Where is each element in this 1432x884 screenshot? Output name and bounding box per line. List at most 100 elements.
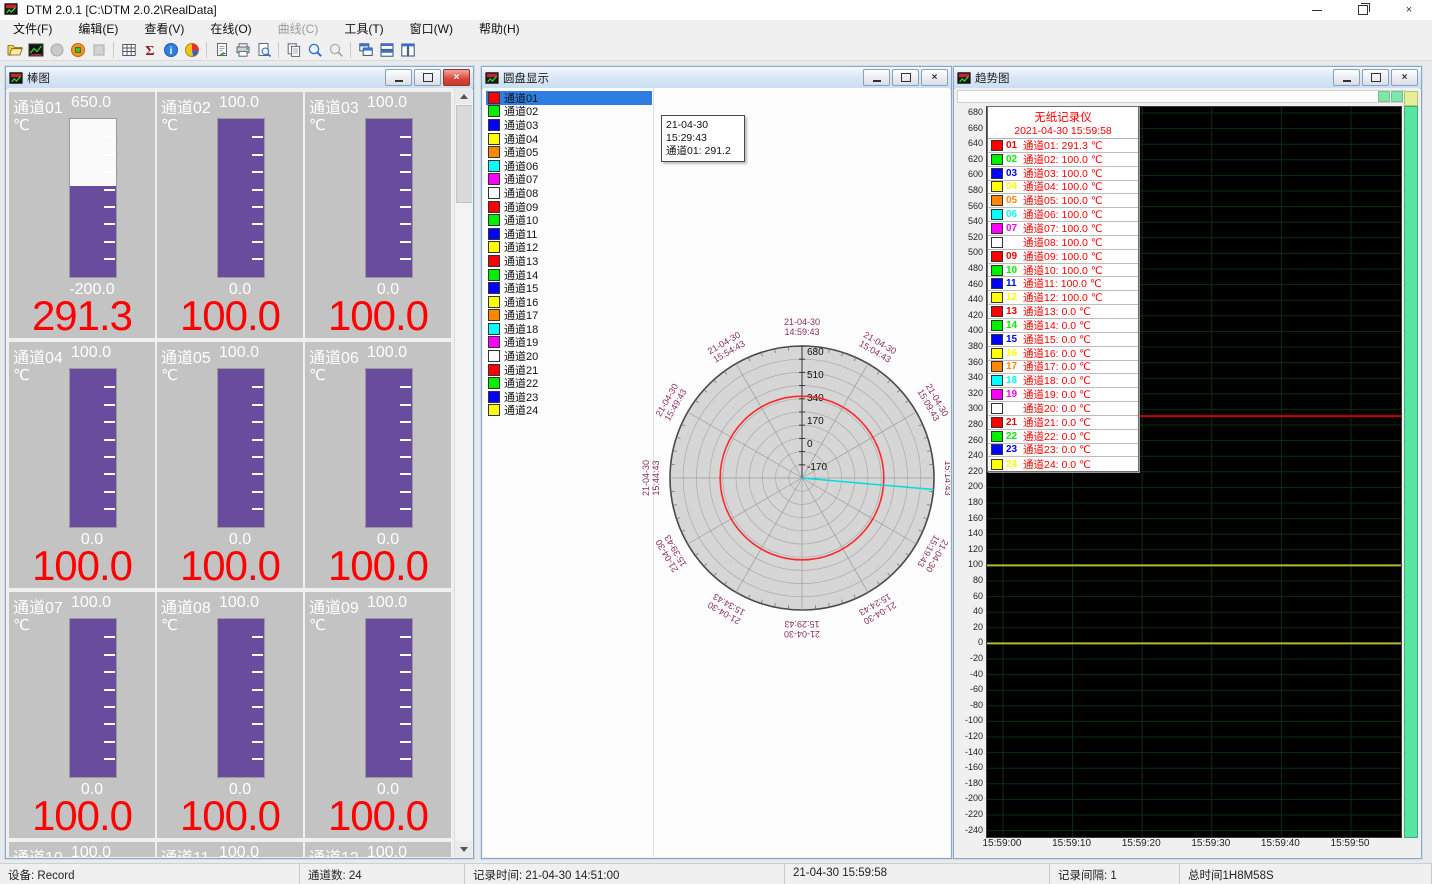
tick-mark bbox=[400, 439, 411, 441]
tile-horizontal-button[interactable] bbox=[376, 40, 397, 60]
print-preview-button[interactable] bbox=[253, 40, 274, 60]
legend-channel-number: 16 bbox=[1006, 348, 1023, 359]
bar-gauge-cell: 通道12100.0℃ bbox=[305, 842, 451, 857]
bar-fill bbox=[366, 119, 412, 277]
time-axis-label: 21-04-3015:54:43 bbox=[706, 330, 747, 365]
tile-v-icon bbox=[400, 42, 416, 58]
trend-window-titlebar[interactable]: 趋势图 × bbox=[954, 67, 1421, 89]
tooltip-line: 21-04-30 bbox=[666, 119, 740, 132]
open-file-button[interactable] bbox=[4, 40, 25, 60]
menu-online[interactable]: 在线(O) bbox=[197, 20, 264, 39]
y-axis-tick-label: -80 bbox=[956, 700, 983, 710]
tick-mark bbox=[104, 456, 115, 458]
legend-channel-number: 17 bbox=[1006, 361, 1023, 372]
tick-mark bbox=[400, 473, 411, 475]
realtime-chart-button[interactable] bbox=[25, 40, 46, 60]
unit-label: ℃ bbox=[13, 616, 30, 634]
bar-track bbox=[217, 368, 265, 528]
close-button[interactable]: × bbox=[1386, 0, 1432, 20]
bar-restore-button[interactable] bbox=[414, 69, 441, 86]
bar-fill bbox=[70, 619, 116, 777]
legend-color-swatch bbox=[991, 265, 1003, 276]
tick-mark bbox=[252, 758, 263, 760]
menu-window[interactable]: 窗口(W) bbox=[397, 20, 466, 39]
menu-tools[interactable]: 工具(T) bbox=[331, 20, 396, 39]
statistics-button[interactable]: Σ bbox=[139, 40, 160, 60]
bar-fill bbox=[218, 119, 264, 277]
trend-close-button[interactable]: × bbox=[1391, 69, 1418, 86]
bar-track bbox=[365, 368, 413, 528]
tick-mark bbox=[400, 241, 411, 243]
y-axis-tick-label: 300 bbox=[956, 403, 983, 413]
y-axis-tick-label: -180 bbox=[956, 778, 983, 788]
bar-vertical-scrollbar[interactable] bbox=[454, 88, 472, 857]
tick-mark bbox=[400, 706, 411, 708]
titlebar[interactable]: DTM 2.0.1 [C:\DTM 2.0.2\RealData] × bbox=[0, 0, 1432, 21]
legend-color-swatch bbox=[991, 306, 1003, 317]
trend-horizontal-scrollbar[interactable] bbox=[957, 90, 1405, 103]
range-max-label: 100.0 bbox=[219, 594, 259, 612]
legend-color-swatch bbox=[991, 223, 1003, 234]
tick-mark bbox=[252, 258, 263, 260]
y-axis-tick-label: 400 bbox=[956, 325, 983, 335]
tick-mark bbox=[252, 508, 263, 510]
legend-channel-value: 通道09: 100.0 ℃ bbox=[1023, 249, 1103, 264]
y-axis-tick-label: 620 bbox=[956, 154, 983, 164]
zoom-in-button[interactable] bbox=[304, 40, 325, 60]
record-start-button[interactable] bbox=[67, 40, 88, 60]
bar-window-titlebar[interactable]: 棒图 × bbox=[6, 67, 473, 89]
scroll-down-button[interactable] bbox=[455, 841, 472, 857]
data-table-button[interactable] bbox=[118, 40, 139, 60]
pie-chart-button[interactable] bbox=[181, 40, 202, 60]
legend-row: 13通道13: 0.0 ℃ bbox=[988, 305, 1138, 319]
tick-mark bbox=[104, 136, 115, 138]
trend-minimize-button[interactable] bbox=[1333, 69, 1360, 86]
channel-color-swatch bbox=[488, 309, 500, 321]
info-button[interactable]: i bbox=[160, 40, 181, 60]
bar-close-button[interactable]: × bbox=[443, 69, 470, 86]
trend-vertical-scrollbar[interactable] bbox=[1404, 106, 1418, 838]
menu-view[interactable]: 查看(V) bbox=[131, 20, 197, 39]
tick-mark bbox=[400, 404, 411, 406]
close-icon: × bbox=[1402, 73, 1408, 83]
tick-mark bbox=[104, 241, 115, 243]
legend-color-swatch bbox=[991, 292, 1003, 303]
value-readout: 100.0 bbox=[9, 542, 155, 590]
print-button[interactable] bbox=[232, 40, 253, 60]
scrollbar-square-icon[interactable] bbox=[1404, 91, 1418, 106]
tick-mark bbox=[104, 206, 115, 208]
tick-mark bbox=[104, 473, 115, 475]
tick-mark bbox=[104, 671, 115, 673]
scrollbar-thumb[interactable] bbox=[456, 105, 472, 203]
restore-icon bbox=[423, 73, 433, 82]
y-axis-tick-label: 360 bbox=[956, 357, 983, 367]
copy-button[interactable] bbox=[283, 40, 304, 60]
minimize-button[interactable] bbox=[1294, 0, 1340, 20]
tick-mark bbox=[252, 456, 263, 458]
tick-mark bbox=[104, 689, 115, 691]
restore-button[interactable] bbox=[1340, 0, 1386, 20]
cascade-windows-button[interactable] bbox=[355, 40, 376, 60]
bar-minimize-button[interactable] bbox=[385, 69, 412, 86]
channel-list-item[interactable]: 通道24 bbox=[486, 404, 652, 418]
disc-minimize-button[interactable] bbox=[863, 69, 890, 86]
legend-row: 01通道01: 291.3 ℃ bbox=[988, 139, 1138, 153]
scrollbar-square-icon[interactable] bbox=[1378, 91, 1390, 102]
disc-close-button[interactable]: × bbox=[921, 69, 948, 86]
scrollbar-square-icon[interactable] bbox=[1391, 91, 1403, 102]
scroll-up-button[interactable] bbox=[455, 88, 472, 104]
channel-color-swatch bbox=[488, 228, 500, 240]
menu-help[interactable]: 帮助(H) bbox=[466, 20, 533, 39]
disc-restore-button[interactable] bbox=[892, 69, 919, 86]
tick-mark bbox=[252, 404, 263, 406]
export-data-button[interactable] bbox=[211, 40, 232, 60]
info-icon: i bbox=[163, 42, 179, 58]
menu-file[interactable]: 文件(F) bbox=[0, 20, 65, 39]
tile-vertical-button[interactable] bbox=[397, 40, 418, 60]
menu-edit[interactable]: 编辑(E) bbox=[65, 20, 131, 39]
disc-window-titlebar[interactable]: 圆盘显示 × bbox=[482, 67, 951, 89]
y-axis-tick-label: 580 bbox=[956, 185, 983, 195]
trend-restore-button[interactable] bbox=[1362, 69, 1389, 86]
y-axis-tick-label: 220 bbox=[956, 466, 983, 476]
legend-channel-value: 通道11: 100.0 ℃ bbox=[1023, 276, 1102, 291]
